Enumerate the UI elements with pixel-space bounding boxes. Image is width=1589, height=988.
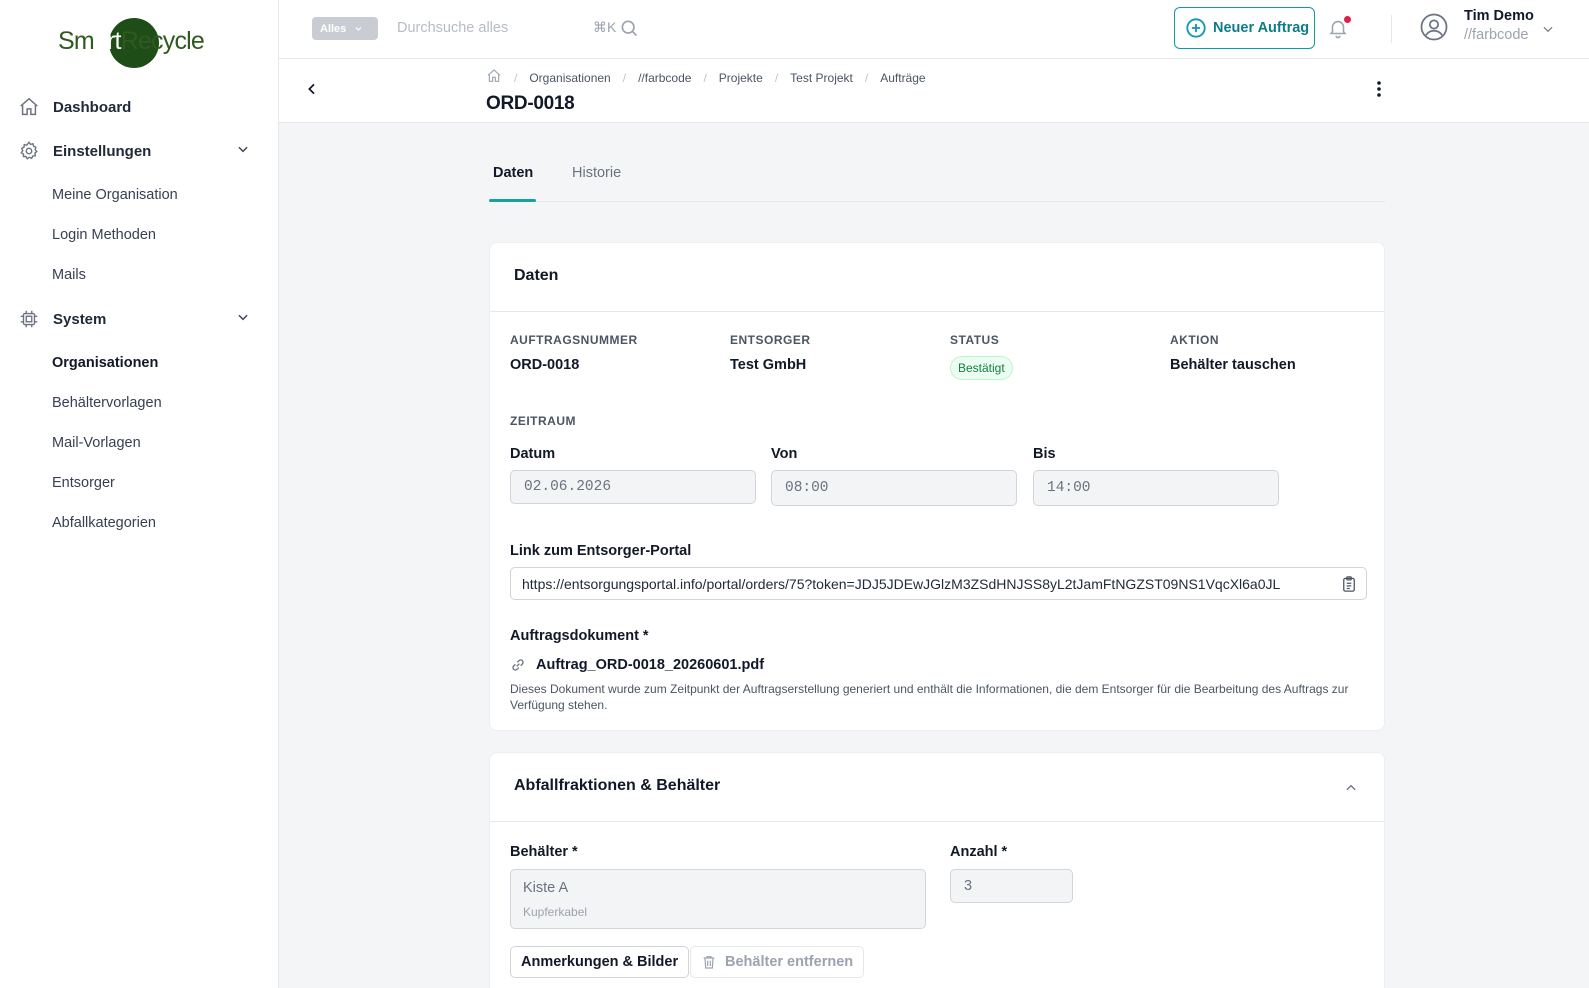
chevron-up-icon[interactable] xyxy=(1344,781,1358,800)
sidebar-subitem-abfallkategorien[interactable]: Abfallkategorien xyxy=(52,515,156,531)
waste-fractions-card: Abfallfraktionen & Behälter Behälter * K… xyxy=(489,752,1385,988)
breadcrumb-separator: / xyxy=(514,70,518,85)
sidebar-subitem-mail-vorlagen[interactable]: Mail-Vorlagen xyxy=(52,435,141,451)
logo-text: SmartRecycle xyxy=(58,27,205,55)
chevron-down-icon xyxy=(355,26,362,31)
count-field[interactable]: 3 xyxy=(950,869,1073,903)
chevron-down-icon[interactable] xyxy=(236,142,250,160)
action-value: Behälter tauschen xyxy=(1170,357,1296,373)
topbar: Alles ⌘K Neuer Auftrag Tim Demo //farbco… xyxy=(279,0,1589,59)
search-icon[interactable] xyxy=(619,18,639,43)
sidebar: SmartRecycle Dashboard Einstellungen Mei… xyxy=(0,0,279,988)
sidebar-item-einstellungen[interactable]: Einstellungen xyxy=(18,137,258,165)
sidebar-item-label: Einstellungen xyxy=(53,142,152,160)
remove-container-button[interactable]: Behälter entfernen xyxy=(690,946,865,978)
order-document-link[interactable]: Auftrag_ORD-0018_20260601.pdf xyxy=(510,657,764,673)
data-card: Daten AUFTRAGSNUMMER ORD-0018 ENTSORGER … xyxy=(489,242,1385,731)
clipboard-copy-icon[interactable] xyxy=(1340,575,1358,596)
status-badge: Bestätigt xyxy=(950,356,1013,380)
sidebar-subitem-behaeltervorlagen[interactable]: Behältervorlagen xyxy=(52,395,162,411)
breadcrumb-separator: / xyxy=(864,70,869,85)
disposer-value: Test GmbH xyxy=(730,357,807,373)
breadcrumb-item[interactable]: Aufträge xyxy=(880,71,925,85)
gear-icon xyxy=(18,140,40,162)
portal-link-field[interactable]: https://entsorgungsportal.info/portal/or… xyxy=(510,567,1367,600)
portal-link-value: https://entsorgungsportal.info/portal/or… xyxy=(522,575,1281,592)
breadcrumb-item[interactable]: //farbcode xyxy=(638,71,691,85)
to-time-field[interactable]: 14:00 xyxy=(1033,470,1279,506)
breadcrumb-item[interactable]: Test Projekt xyxy=(790,71,853,85)
chip-icon xyxy=(18,308,40,330)
period-label: ZEITRAUM xyxy=(510,414,576,428)
home-icon xyxy=(18,96,40,118)
tab-daten[interactable]: Daten xyxy=(493,165,533,181)
divider xyxy=(1391,15,1392,43)
chevron-down-icon[interactable] xyxy=(1541,22,1555,41)
sidebar-subitem-organisationen[interactable]: Organisationen xyxy=(52,355,158,371)
to-label: Bis xyxy=(1033,446,1056,462)
breadcrumb-item[interactable]: Organisationen xyxy=(529,71,610,85)
status-label: STATUS xyxy=(950,333,1000,347)
paperclip-icon xyxy=(512,659,524,671)
sidebar-item-dashboard[interactable]: Dashboard xyxy=(18,93,131,121)
search-shortcut-hint: ⌘K xyxy=(593,19,617,35)
sidebar-subitem-entsorger[interactable]: Entsorger xyxy=(52,475,115,491)
order-document-description: Dieses Dokument wurde zum Zeitpunkt der … xyxy=(510,682,1349,712)
order-number-label: AUFTRAGSNUMMER xyxy=(510,333,638,347)
from-label: Von xyxy=(771,446,798,462)
search-scope-dropdown[interactable]: Alles xyxy=(312,17,378,40)
container-select[interactable]: Kiste A Kupferkabel xyxy=(510,869,926,929)
smartrecycle-logo[interactable]: SmartRecycle xyxy=(58,18,218,70)
sidebar-subitem-meine-organisation[interactable]: Meine Organisation xyxy=(52,187,178,203)
user-name[interactable]: Tim Demo xyxy=(1464,8,1534,24)
card-header[interactable]: Abfallfraktionen & Behälter xyxy=(490,753,1384,822)
breadcrumb-separator: / xyxy=(774,70,779,85)
home-icon[interactable] xyxy=(486,68,502,87)
user-organisation: //farbcode xyxy=(1464,27,1529,43)
container-label: Behälter * xyxy=(510,844,578,860)
new-order-button[interactable]: Neuer Auftrag xyxy=(1174,7,1315,49)
notes-images-button[interactable]: Anmerkungen & Bilder xyxy=(510,946,690,978)
plus-circle-icon xyxy=(1186,18,1206,38)
breadcrumb: / Organisationen / //farbcode / Projekte… xyxy=(486,68,926,87)
order-document-label: Auftragsdokument * xyxy=(510,628,649,644)
active-tab-indicator xyxy=(489,199,536,202)
sidebar-item-system[interactable]: System xyxy=(18,305,258,333)
search-input[interactable] xyxy=(397,15,577,41)
search-scope-label: Alles xyxy=(320,22,347,35)
trash-icon xyxy=(703,956,715,969)
order-document-name: Auftrag_ORD-0018_20260601.pdf xyxy=(536,657,765,673)
order-number-value: ORD-0018 xyxy=(510,357,580,373)
card-title: Abfallfraktionen & Behälter xyxy=(514,777,721,794)
user-avatar-icon[interactable] xyxy=(1419,12,1449,47)
tab-bar: Daten Historie xyxy=(489,155,1385,202)
disposer-label: ENTSORGER xyxy=(730,333,811,347)
page-header: / Organisationen / //farbcode / Projekte… xyxy=(279,59,1589,123)
chevron-down-icon[interactable] xyxy=(236,310,250,328)
count-label: Anzahl * xyxy=(950,844,1008,860)
tab-historie[interactable]: Historie xyxy=(572,165,621,181)
breadcrumb-item[interactable]: Projekte xyxy=(719,71,763,85)
breadcrumb-separator: / xyxy=(703,70,707,85)
card-header: Daten xyxy=(490,243,1384,312)
remove-container-label: Behälter entfernen xyxy=(725,954,854,970)
sidebar-item-label: System xyxy=(53,310,107,328)
page-title: ORD-0018 xyxy=(486,93,575,114)
action-label: AKTION xyxy=(1170,333,1219,347)
back-arrow-icon[interactable] xyxy=(304,81,320,102)
date-field[interactable]: 02.06.2026 xyxy=(510,470,756,504)
date-label: Datum xyxy=(510,446,556,462)
sidebar-item-label: Dashboard xyxy=(53,98,132,116)
more-options-icon[interactable] xyxy=(1376,80,1382,103)
from-time-field[interactable]: 08:00 xyxy=(771,470,1017,506)
portal-link-label: Link zum Entsorger-Portal xyxy=(510,543,692,559)
breadcrumb-separator: / xyxy=(622,70,627,85)
container-category: Kupferkabel xyxy=(523,905,588,919)
sidebar-subitem-login-methoden[interactable]: Login Methoden xyxy=(52,227,156,243)
card-title: Daten xyxy=(514,267,559,284)
notification-dot xyxy=(1344,16,1351,23)
new-order-label: Neuer Auftrag xyxy=(1213,20,1310,36)
sidebar-subitem-mails[interactable]: Mails xyxy=(52,267,86,283)
container-value: Kiste A xyxy=(523,880,569,896)
